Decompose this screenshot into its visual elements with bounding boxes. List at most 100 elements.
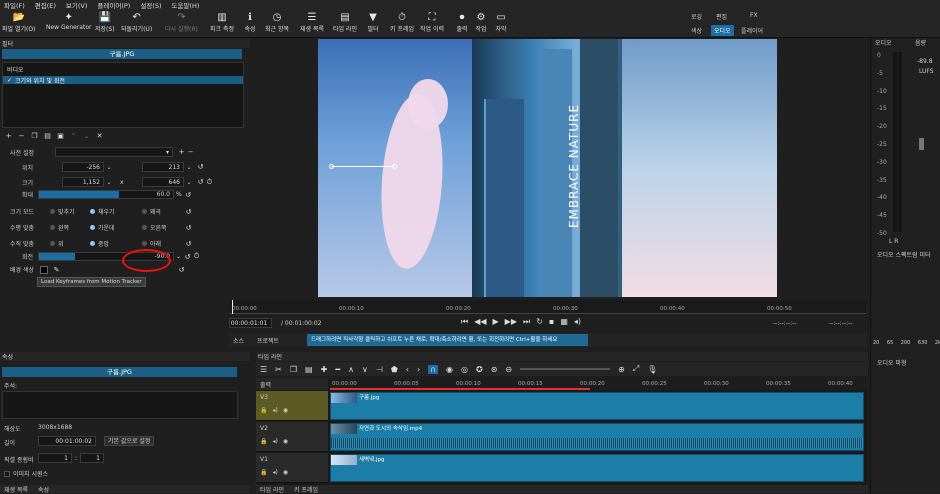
snap-icon[interactable]: ∩ <box>428 364 439 374</box>
workspace-color[interactable]: 색상 <box>691 26 702 35</box>
rotation-spin[interactable]: ⌄ <box>176 253 181 260</box>
size-height-spin[interactable]: ⌄ <box>184 179 194 186</box>
v-align-top[interactable]: 위 <box>50 239 90 248</box>
zoom-slider[interactable]: 60.0 <box>38 190 174 199</box>
reset-rotation-icon[interactable]: ↺ <box>183 252 192 261</box>
loop-icon[interactable]: ↻ <box>536 317 543 327</box>
toolbar-button-new-generator[interactable]: ✦ New Generator <box>46 11 91 32</box>
skip-previous-icon[interactable]: ⏮ <box>461 317 468 327</box>
bg-color-swatch[interactable] <box>40 265 48 274</box>
reset-bg-color-icon[interactable]: ↺ <box>177 265 186 274</box>
toolbar-button-jobs[interactable]: ⚙ 작업 <box>475 11 487 34</box>
track-header-v2[interactable]: V2 🔒 ◂) ◉ <box>256 422 328 452</box>
comments-textarea[interactable] <box>2 391 238 419</box>
workspace-edit[interactable]: 편집 <box>716 12 727 21</box>
reset-zoom-icon[interactable]: ↺ <box>184 190 193 199</box>
eye-icon[interactable]: ◉ <box>283 469 288 476</box>
split-icon[interactable]: ⊣ <box>376 365 383 374</box>
handle-right[interactable] <box>392 164 397 169</box>
tab-keyframes[interactable]: 키 프레임 <box>294 485 318 494</box>
toolbar-button-history[interactable]: ⛶ 작업 이력 <box>420 11 444 34</box>
zoom-fit-timeline-icon[interactable]: ⤢ <box>633 364 639 374</box>
video-preview[interactable]: EMBRACE NATURE <box>318 39 777 297</box>
timeline-menu-icon[interactable]: ☰ <box>260 365 267 374</box>
scrub-icon[interactable]: ◉ <box>446 365 453 374</box>
clip-v3[interactable]: 구름.jpg <box>330 392 864 420</box>
move-down-icon[interactable]: ⌄ <box>82 131 91 140</box>
toolbar-button-folder-open[interactable]: 📂 파일 열기(O) <box>2 11 35 34</box>
add-preset-icon[interactable]: + <box>177 148 186 157</box>
toolbar-button-export[interactable]: ⏺ 출력 <box>456 11 468 34</box>
tab-playlist[interactable]: 재생 목록 <box>4 485 28 494</box>
add-filter-icon[interactable]: + <box>4 131 13 140</box>
v-align-bottom[interactable]: 아래 <box>142 239 184 248</box>
current-time[interactable]: 00:00:01:01 <box>229 318 272 328</box>
position-y-input[interactable]: 213 <box>142 162 184 172</box>
next-marker-icon[interactable]: › <box>417 365 420 374</box>
ripple-markers-icon[interactable]: ⊛ <box>491 365 498 374</box>
clip-v2[interactable]: 자연과 도시의 속삭임.mp4 <box>330 423 864 451</box>
toolbar-button-undo[interactable]: ↶ 되돌리기(U) <box>121 11 152 34</box>
record-audio-icon[interactable]: 🎙 <box>647 365 657 374</box>
lock-icon[interactable]: 🔒 <box>260 438 267 445</box>
h-align-center[interactable]: 가운데 <box>90 223 142 232</box>
position-y-spin[interactable]: ⌄ <box>184 164 194 171</box>
remove-icon[interactable]: ━ <box>335 365 340 374</box>
play-icon[interactable]: ▶ <box>493 317 499 327</box>
overwrite-icon[interactable]: ∨ <box>362 365 368 374</box>
eye-icon[interactable]: ◉ <box>283 407 288 414</box>
cut-icon[interactable]: ✂ <box>275 365 282 374</box>
workspace-audio[interactable]: 오디오 <box>711 25 734 36</box>
toolbar-button-redo[interactable]: ↷ 다시 실행(R) <box>165 11 198 34</box>
aspect-den-input[interactable]: 1 <box>80 453 104 463</box>
volume-icon[interactable]: ◂) <box>574 317 581 327</box>
copy-icon[interactable]: ❐ <box>290 365 297 374</box>
zoom-fit-icon[interactable]: ▪ <box>549 317 554 327</box>
toolbar-button-playlist[interactable]: ☰ 재생 목록 <box>300 11 324 34</box>
prev-marker-icon[interactable]: ‹ <box>406 365 409 374</box>
eye-icon[interactable]: ◉ <box>283 438 288 445</box>
preset-select[interactable]: ▾ <box>55 147 173 157</box>
size-width-spin[interactable]: ⌄ <box>104 179 114 186</box>
keyframe-size-icon[interactable]: ⏱ <box>205 178 214 187</box>
timeline-zoom-slider[interactable] <box>520 368 611 370</box>
reset-size-icon[interactable]: ↺ <box>196 178 205 187</box>
skip-next-icon[interactable]: ⏭ <box>523 317 530 327</box>
move-up-icon[interactable]: ⌃ <box>69 131 78 140</box>
eyedropper-icon[interactable]: ✎ <box>52 265 61 274</box>
tab-project[interactable]: 프로젝트 <box>257 336 279 345</box>
reset-h-align-icon[interactable]: ↺ <box>184 223 193 232</box>
toolbar-button-recent[interactable]: ◷ 최근 항목 <box>265 11 289 34</box>
reset-size-mode-icon[interactable]: ↺ <box>184 207 193 216</box>
workspace-player[interactable]: 플레이어 <box>741 26 763 35</box>
marker-icon[interactable]: ⬟ <box>391 365 398 374</box>
save-preset-icon[interactable]: ▣ <box>56 131 65 140</box>
deselect-filter-icon[interactable]: ✕ <box>95 131 104 140</box>
size-width-input[interactable]: 1,152 <box>62 177 104 187</box>
position-x-spin[interactable]: ⌄ <box>104 164 114 171</box>
player-ruler[interactable]: 00:00:00 00:00:10 00:00:20 00:00:30 00:00:40… <box>229 300 866 314</box>
size-mode-distort[interactable]: 왜곡 <box>142 207 184 216</box>
track-header-v3[interactable]: V3 🔒 ◂) ◉ <box>256 391 328 421</box>
mute-icon[interactable]: ◂) <box>272 469 277 476</box>
default-duration-button[interactable]: 기본 값으로 설정 <box>104 436 155 446</box>
zoom-in-icon[interactable]: ⊕ <box>618 365 625 374</box>
aspect-num-input[interactable]: 1 <box>38 453 72 463</box>
grid-icon[interactable]: ▦ <box>560 317 568 327</box>
paste-filter-icon[interactable]: ▤ <box>43 131 52 140</box>
h-align-right[interactable]: 오른쪽 <box>142 223 184 232</box>
tab-properties[interactable]: 속성 <box>38 485 49 494</box>
keyframe-rotation-icon[interactable]: ⏱ <box>192 252 201 261</box>
toolbar-button-peak-meter[interactable]: ▥ 피크 측정 <box>210 11 234 34</box>
append-icon[interactable]: ✚ <box>321 365 328 374</box>
checkbox-icon[interactable]: ✓ <box>7 77 12 84</box>
track-header-v1[interactable]: V1 🔒 ◂) ◉ <box>256 453 328 483</box>
toolbar-button-info[interactable]: ℹ 속성 <box>244 11 256 34</box>
mute-icon[interactable]: ◂) <box>272 438 277 445</box>
size-mode-fit[interactable]: 맞추기 <box>50 207 90 216</box>
handle-left[interactable] <box>329 164 334 169</box>
workspace-fx[interactable]: FX <box>750 12 758 19</box>
toolbar-button-subtitles[interactable]: ▭ 자막 <box>495 11 507 34</box>
toolbar-button-filter[interactable]: ▼ 필터 <box>367 11 379 34</box>
duration-input[interactable]: 00:01:00:02 <box>38 436 96 446</box>
